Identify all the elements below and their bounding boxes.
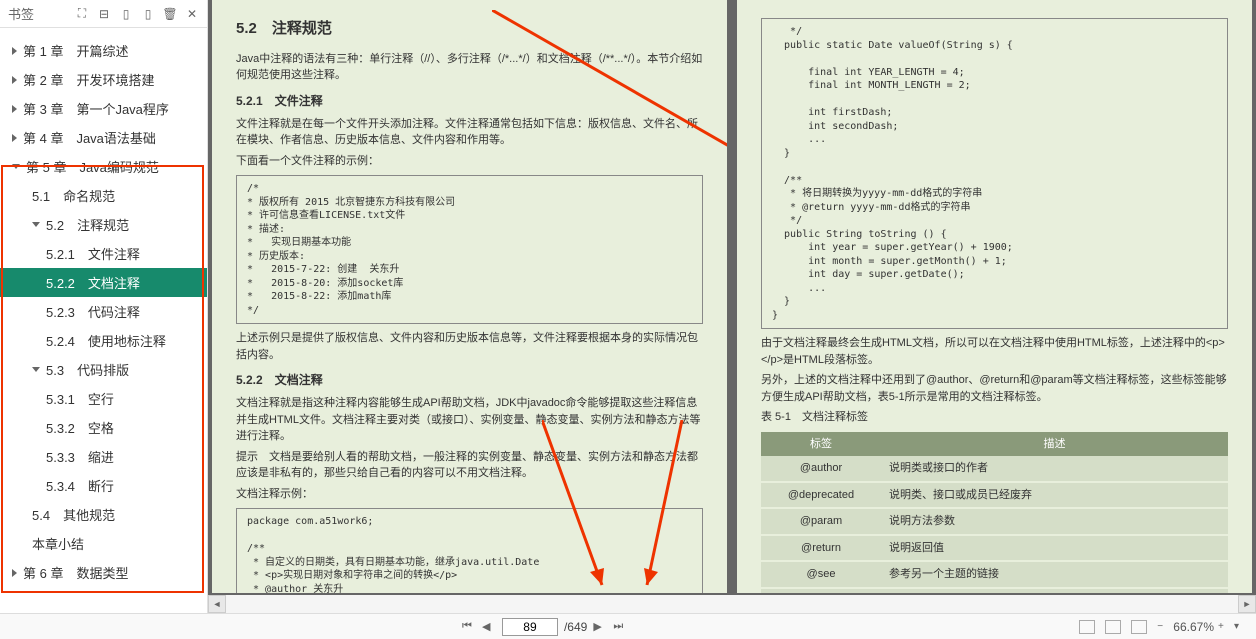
page-left: 5.2 注释规范 Java中注释的语法有三种：单行注释（//）、多行注释（/*.… [212,0,727,593]
sidebar-item[interactable]: 5.2 注释规范 [0,210,207,239]
scroll-left-button[interactable]: ◄ [208,595,226,613]
chevron-right-icon[interactable] [12,569,17,577]
document-viewport[interactable]: 5.2 注释规范 Java中注释的语法有三种：单行注释（//）、多行注释（/*.… [208,0,1256,613]
bookmark-list: 第 1 章 开篇综述第 2 章 开发环境搭建第 3 章 第一个Java程序第 4… [0,28,207,613]
page-total: /649 [564,620,587,634]
view-mode-single-icon[interactable] [1079,620,1095,634]
table-row: @exception说明方法所抛出的异常类 [761,588,1228,594]
sidebar-item[interactable]: 第 5 章 Java编码规范 [0,152,207,181]
sidebar-item[interactable]: 5.2.2 文档注释 [0,268,207,297]
sidebar-item-label: 5.3.4 断行 [46,476,114,495]
zoom-in-button[interactable]: + [1218,621,1230,632]
table-row: @author说明类或接口的作者 [761,456,1228,482]
sidebar-item-label: 第 4 章 Java语法基础 [23,128,156,147]
chevron-down-icon[interactable] [32,367,40,372]
sidebar-header: 书签 ⛶ ⊟ ▯ ▯ 🗑 ✕ [0,0,207,28]
close-icon[interactable]: ✕ [185,7,199,21]
sidebar-item-label: 5.2.4 使用地标注释 [46,331,166,350]
sidebar-item[interactable]: 5.3.3 缩进 [0,442,207,471]
sidebar-item-label: 5.4 其他规范 [32,505,115,524]
sidebar-item[interactable]: 第 3 章 第一个Java程序 [0,94,207,123]
zoom-value: 66.67% [1173,620,1214,634]
table-row: @deprecated说明类、接口或成员已经废弃 [761,482,1228,509]
sidebar-item-label: 5.2.3 代码注释 [46,302,140,321]
sidebar-item-label: 5.3.2 空格 [46,418,114,437]
bookmarks-sidebar: 书签 ⛶ ⊟ ▯ ▯ 🗑 ✕ 第 1 章 开篇综述第 2 章 开发环境搭建第 3… [0,0,208,613]
chevron-down-icon[interactable] [12,164,20,169]
prev-page-button[interactable]: ◀ [482,620,496,634]
scroll-right-button[interactable]: ► [1238,595,1256,613]
tag-table: 标签 描述 @author说明类或接口的作者@deprecated说明类、接口或… [761,432,1228,594]
sidebar-item-label: 5.2 注释规范 [46,215,129,234]
code-block: */ public static Date valueOf(String s) … [761,18,1228,329]
bookmark-new-icon[interactable]: ▯ [141,7,155,21]
sidebar-item[interactable]: 5.2.4 使用地标注释 [0,326,207,355]
sidebar-item-label: 5.3 代码排版 [46,360,129,379]
sidebar-item-label: 5.2.1 文件注释 [46,244,140,263]
sidebar-item[interactable]: 5.3.4 断行 [0,471,207,500]
table-row: @param说明方法参数 [761,508,1228,535]
sidebar-item[interactable]: 本章小结 [0,529,207,558]
sidebar-item[interactable]: 5.2.1 文件注释 [0,239,207,268]
sidebar-item-label: 第 1 章 开篇综述 [23,41,128,60]
view-mode-facing-icon[interactable] [1105,620,1121,634]
page-right: */ public static Date valueOf(String s) … [737,0,1252,593]
sidebar-item-label: 5.3.3 缩进 [46,447,114,466]
chevron-down-icon[interactable] [32,222,40,227]
chevron-right-icon[interactable] [12,134,17,142]
sidebar-item[interactable]: 5.3.1 空行 [0,384,207,413]
horizontal-scrollbar[interactable]: ◄ ► [208,595,1256,613]
sidebar-item-label: 第 2 章 开发环境搭建 [23,70,154,89]
section-heading: 5.2 注释规范 [236,18,703,41]
sidebar-item[interactable]: 第 1 章 开篇综述 [0,36,207,65]
sidebar-item[interactable]: 5.3 代码排版 [0,355,207,384]
chevron-right-icon[interactable] [12,76,17,84]
sidebar-item[interactable]: 5.1 命名规范 [0,181,207,210]
sidebar-item[interactable]: 5.3.2 空格 [0,413,207,442]
sidebar-item[interactable]: 5.4 其他规范 [0,500,207,529]
sidebar-item-label: 5.2.2 文档注释 [46,273,140,292]
view-mode-continuous-icon[interactable] [1131,620,1147,634]
sidebar-item[interactable]: 第 2 章 开发环境搭建 [0,65,207,94]
sidebar-item-label: 第 5 章 Java编码规范 [26,157,159,176]
sidebar-title: 书签 [8,4,75,23]
page-input[interactable] [502,618,558,636]
status-bar: ⏮ ◀ /649 ▶ ⏭ − 66.67% + ▾ [0,613,1256,639]
zoom-out-button[interactable]: − [1157,621,1169,632]
sidebar-item-label: 第 6 章 数据类型 [23,563,128,582]
table-row: @return说明返回值 [761,535,1228,562]
zoom-dropdown-icon[interactable]: ▾ [1234,621,1246,632]
last-page-button[interactable]: ⏭ [613,620,627,634]
trash-icon[interactable]: 🗑 [163,7,177,21]
sidebar-item[interactable]: 第 6 章 数据类型 [0,558,207,587]
pager: ⏮ ◀ /649 ▶ ⏭ [10,618,1079,636]
chevron-right-icon[interactable] [12,47,17,55]
sidebar-item[interactable]: 5.2.3 代码注释 [0,297,207,326]
sidebar-item-label: 5.3.1 空行 [46,389,114,408]
sidebar-item-label: 第 3 章 第一个Java程序 [23,99,169,118]
collapse-icon[interactable]: ⊟ [97,7,111,21]
zoom-control: − 66.67% + ▾ [1157,620,1246,634]
expand-all-icon[interactable]: ⛶ [75,7,89,21]
sidebar-item-label: 5.1 命名规范 [32,186,115,205]
bookmark-add-icon[interactable]: ▯ [119,7,133,21]
table-row: @see参考另一个主题的链接 [761,561,1228,588]
code-block: /* * 版权所有 2015 北京智捷东方科技有限公司 * 许可信息查看LICE… [236,175,703,324]
next-page-button[interactable]: ▶ [593,620,607,634]
sidebar-item[interactable]: 第 4 章 Java语法基础 [0,123,207,152]
sidebar-item-label: 本章小结 [32,534,84,553]
code-block: package com.a51work6; /** * 自定义的日期类，具有日期… [236,508,703,593]
first-page-button[interactable]: ⏮ [462,620,476,634]
chevron-right-icon[interactable] [12,105,17,113]
